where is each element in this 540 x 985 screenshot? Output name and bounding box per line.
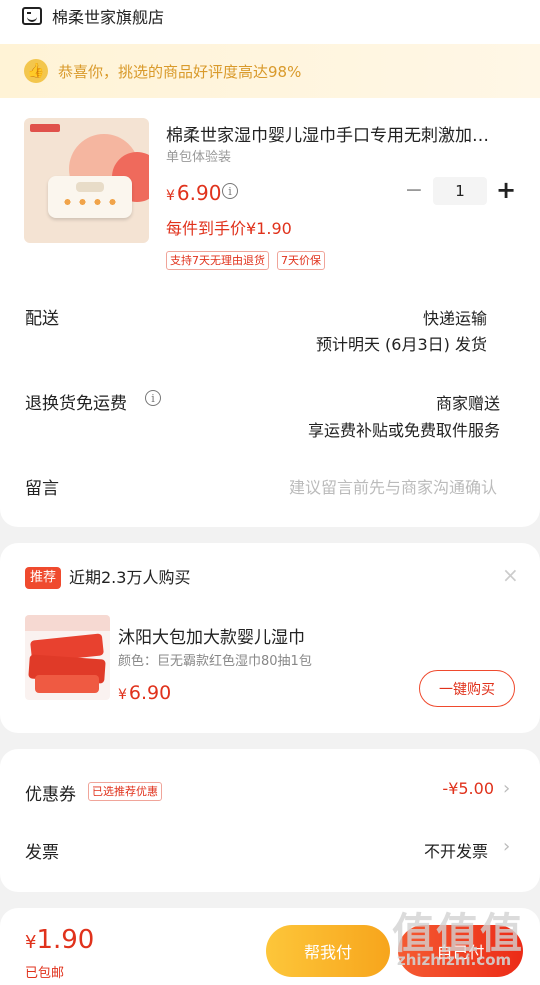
recommend-title[interactable]: 沐阳大包加大款婴儿湿巾 xyxy=(118,623,305,648)
total-price: ¥ 1.90 xyxy=(25,925,94,955)
chevron-right-icon[interactable]: › xyxy=(503,836,510,857)
invoice-label: 发票 xyxy=(25,843,59,863)
returns-label: 退换货免运费 xyxy=(25,394,127,414)
recommend-spec: 颜色：巨无霸款红色湿巾80抽1包 xyxy=(118,654,312,669)
coupon-label: 优惠券 xyxy=(25,785,76,805)
product-spec: 单包体验装 xyxy=(166,150,232,165)
help-pay-button[interactable]: 帮我付 xyxy=(266,925,390,977)
delivery-label: 配送 xyxy=(25,309,59,329)
total-value: 1.90 xyxy=(36,925,95,955)
unit-price: 每件到手价¥1.90 xyxy=(166,219,292,238)
price-value: 6.90 xyxy=(128,682,172,704)
quantity-input[interactable]: 1 xyxy=(433,177,487,205)
message-label: 留言 xyxy=(25,479,59,499)
watermark-url: zhizhizhi.com xyxy=(397,951,512,969)
price-value: 6.90 xyxy=(176,181,222,205)
product-price: ¥ 6.90 xyxy=(166,181,221,205)
coupon-tag: 已选推荐优惠 xyxy=(88,782,162,801)
store-name: 棉柔世家旗舰店 xyxy=(52,8,165,27)
info-icon[interactable]: i xyxy=(145,390,161,406)
quick-buy-button[interactable]: 一键购买 xyxy=(419,670,515,707)
recommend-price: ¥ 6.90 xyxy=(118,682,171,704)
product-image[interactable] xyxy=(24,118,149,243)
info-icon[interactable]: i xyxy=(222,183,238,199)
coupon-value[interactable]: -¥5.00 xyxy=(442,779,494,798)
quantity-minus-button[interactable]: − xyxy=(402,178,426,203)
banner-text: 恭喜你，挑选的商品好评度高达98% xyxy=(58,62,302,81)
delivery-method[interactable]: 快递运输 xyxy=(423,305,487,329)
coupon-card xyxy=(0,749,540,892)
returns-detail: 享运费补贴或免费取件服务 xyxy=(307,421,500,440)
price-symbol: ¥ xyxy=(25,932,37,953)
thumbs-up-icon: 👍 xyxy=(24,59,48,83)
message-input[interactable]: 建议留言前先与商家沟通确认 xyxy=(289,474,497,498)
recommend-badge: 推荐 xyxy=(25,567,62,589)
recommend-headline: 近期2.3万人购买 xyxy=(69,568,191,587)
store-header[interactable]: 棉柔世家旗舰店 xyxy=(22,4,164,28)
quantity-plus-button[interactable]: + xyxy=(494,176,518,204)
price-symbol: ¥ xyxy=(166,188,175,204)
returns-value: 商家赠送 xyxy=(435,394,500,413)
invoice-value[interactable]: 不开发票 xyxy=(424,838,488,862)
product-title[interactable]: 棉柔世家湿巾婴儿湿巾手口专用无刺激加… xyxy=(166,121,516,146)
rating-banner: 👍 恭喜你，挑选的商品好评度高达98% xyxy=(0,44,540,98)
price-protect-tag: 7天价保 xyxy=(277,251,325,270)
price-symbol: ¥ xyxy=(118,687,127,703)
free-shipping-label: 已包邮 xyxy=(25,966,65,981)
delivery-eta: 预计明天 (6月3日) 发货 xyxy=(315,335,487,354)
store-icon xyxy=(22,7,42,25)
recommend-image[interactable] xyxy=(25,615,110,700)
close-icon[interactable]: × xyxy=(502,563,519,587)
return-policy-tag: 支持7天无理由退货 xyxy=(166,251,269,270)
chevron-right-icon[interactable]: › xyxy=(503,778,510,799)
